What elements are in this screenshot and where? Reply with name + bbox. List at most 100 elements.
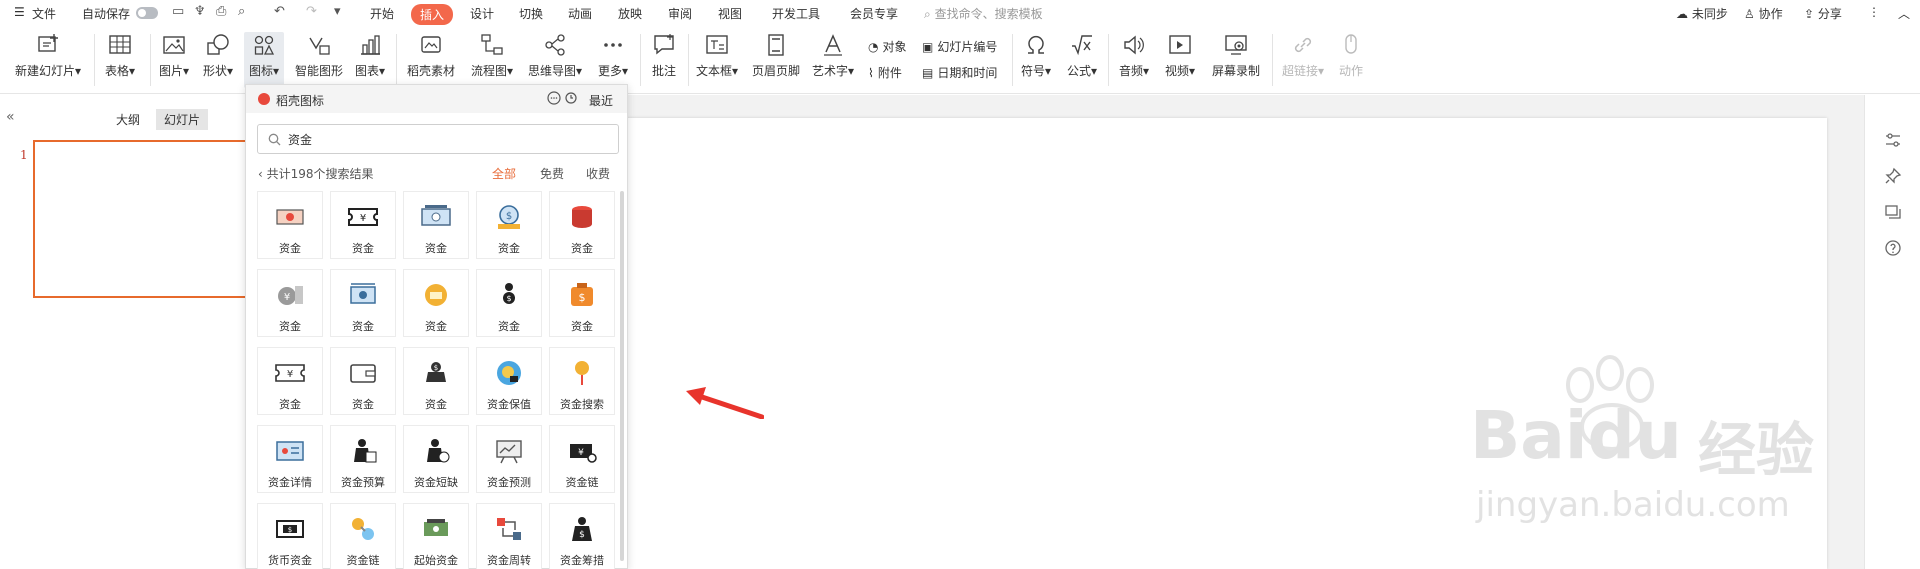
tab-insert[interactable]: 插入 bbox=[411, 4, 454, 25]
filter-free[interactable]: 免费 bbox=[540, 165, 564, 182]
tab-developer[interactable]: 开发工具 bbox=[766, 4, 826, 23]
tab-slideshow[interactable]: 放映 bbox=[612, 4, 648, 23]
icon-result-tile[interactable]: 资金预算 bbox=[330, 425, 396, 493]
icon-result-label: 资金预测 bbox=[487, 476, 531, 489]
redo-icon[interactable]: ↷ bbox=[306, 5, 317, 19]
slides-panel-icon[interactable] bbox=[1884, 203, 1902, 221]
icon-button[interactable]: 图标▾ bbox=[244, 32, 284, 88]
customize-quickbar-icon[interactable]: ▾ bbox=[334, 5, 341, 19]
command-search[interactable]: ⌕ 查找命令、搜索模板 bbox=[924, 5, 1043, 22]
tab-home[interactable]: 开始 bbox=[364, 4, 400, 23]
icon-result-tile[interactable]: $ 资金 bbox=[476, 269, 542, 337]
sync-status[interactable]: ☁ 未同步 bbox=[1676, 5, 1728, 22]
icon-result-tile[interactable]: 资金周转 bbox=[476, 503, 542, 569]
icon-result-tile[interactable]: 资金详情 bbox=[257, 425, 323, 493]
divider bbox=[640, 34, 641, 86]
tab-slides[interactable]: 幻灯片 bbox=[156, 109, 209, 130]
icon-result-tile[interactable]: $ 货币资金 bbox=[257, 503, 323, 569]
mindmap-button[interactable]: 思维导图▾ bbox=[526, 32, 584, 79]
hyperlink-button[interactable]: 超链接▾ bbox=[1280, 32, 1326, 79]
icon-result-tile[interactable]: 起始资金 bbox=[403, 503, 469, 569]
icon-result-tile[interactable]: 资金短缺 bbox=[403, 425, 469, 493]
icon-result-tile[interactable]: ¥ 资金 bbox=[257, 269, 323, 337]
smart-art-button[interactable]: 智能图形 bbox=[294, 32, 344, 79]
formula-label: 公式 bbox=[1066, 64, 1091, 78]
icon-result-tile[interactable]: 资金保值 bbox=[476, 347, 542, 415]
icon-result-tile[interactable]: 资金 bbox=[549, 191, 615, 259]
date-time-button[interactable]: ▤ 日期和时间 bbox=[922, 64, 997, 81]
more-options-icon[interactable]: ⋮ bbox=[1868, 5, 1880, 19]
chart-button[interactable]: 图表▾ bbox=[352, 32, 388, 79]
icon-result-tile[interactable]: 资金搜索 bbox=[549, 347, 615, 415]
tab-design[interactable]: 设计 bbox=[464, 4, 500, 23]
undo-icon[interactable]: ↶ bbox=[274, 5, 285, 19]
icon-search-input[interactable] bbox=[288, 131, 608, 147]
icon-result-tile[interactable]: 资金预测 bbox=[476, 425, 542, 493]
collapse-panel-icon[interactable]: « bbox=[6, 109, 15, 125]
feedback-icon[interactable] bbox=[547, 91, 561, 105]
tab-view[interactable]: 视图 bbox=[712, 4, 748, 23]
divider bbox=[150, 34, 151, 86]
collapse-ribbon-icon[interactable]: ︿ bbox=[1898, 5, 1910, 22]
flowchart-button[interactable]: 流程图▾ bbox=[468, 32, 516, 79]
symbol-button[interactable]: 符号▾ bbox=[1018, 32, 1054, 79]
recent-button[interactable]: 最近 bbox=[589, 92, 613, 109]
share-button[interactable]: ⇪ 分享 bbox=[1804, 5, 1842, 22]
print-preview-icon[interactable]: ⌕ bbox=[238, 5, 245, 19]
icon-result-tile[interactable]: ¥ 资金链 bbox=[549, 425, 615, 493]
header-footer-button[interactable]: 页眉页脚 bbox=[750, 32, 802, 79]
table-button[interactable]: 表格▾ bbox=[100, 32, 140, 79]
tab-animation[interactable]: 动画 bbox=[562, 4, 598, 23]
hamburger-icon[interactable]: ☰ bbox=[14, 5, 25, 19]
textbox-button[interactable]: 文本框▾ bbox=[694, 32, 740, 79]
back-result-count[interactable]: ‹ 共计198个搜索结果 bbox=[258, 165, 374, 182]
icon-result-tile[interactable]: 资金 bbox=[330, 269, 396, 337]
icon-result-tile[interactable]: $ 资金 bbox=[476, 191, 542, 259]
formula-button[interactable]: 公式▾ bbox=[1064, 32, 1100, 79]
icon-search-box[interactable] bbox=[257, 124, 619, 154]
file-menu[interactable]: 文件 bbox=[32, 5, 56, 22]
popup-scrollbar[interactable] bbox=[620, 191, 624, 561]
comment-button[interactable]: 批注 bbox=[648, 32, 680, 79]
autosave-toggle[interactable] bbox=[136, 7, 158, 19]
help-icon[interactable] bbox=[1884, 239, 1902, 257]
tab-transition[interactable]: 切换 bbox=[513, 4, 549, 23]
shape-button[interactable]: 形状▾ bbox=[198, 32, 238, 79]
icon-result-tile[interactable]: 资金 bbox=[257, 191, 323, 259]
format-painter-icon[interactable]: ♆ bbox=[194, 5, 206, 19]
collab-button[interactable]: ♙ 协作 bbox=[1744, 5, 1783, 22]
chart-label: 图表 bbox=[354, 64, 379, 78]
save-icon[interactable]: ▭ bbox=[172, 5, 184, 19]
icon-result-tile[interactable]: 资金 bbox=[403, 191, 469, 259]
tab-outline[interactable]: 大纲 bbox=[108, 109, 148, 130]
picture-label: 图片 bbox=[158, 64, 183, 78]
action-button[interactable]: 动作 bbox=[1336, 32, 1366, 79]
material-button[interactable]: 稻壳素材 bbox=[404, 32, 458, 79]
icon-result-tile[interactable]: 资金 bbox=[330, 347, 396, 415]
tab-member[interactable]: 会员专享 bbox=[844, 4, 904, 23]
settings-sliders-icon[interactable] bbox=[1884, 131, 1902, 149]
filter-all[interactable]: 全部 bbox=[492, 165, 516, 182]
icon-result-tile[interactable]: 资金链 bbox=[330, 503, 396, 569]
pin-icon[interactable] bbox=[1884, 167, 1902, 185]
icon-result-tile[interactable]: $ 资金 bbox=[549, 269, 615, 337]
audio-button[interactable]: 音频▾ bbox=[1116, 32, 1152, 79]
wordart-button[interactable]: 艺术字▾ bbox=[810, 32, 856, 79]
video-button[interactable]: 视频▾ bbox=[1162, 32, 1198, 79]
attachment-button[interactable]: ⌇ 附件 bbox=[868, 64, 902, 81]
new-slide-button[interactable]: 新建幻灯片▾ bbox=[12, 32, 84, 79]
picture-button[interactable]: 图片▾ bbox=[156, 32, 192, 79]
icon-result-tile[interactable]: 资金 bbox=[403, 269, 469, 337]
screen-record-button[interactable]: 屏幕录制 bbox=[1210, 32, 1262, 79]
tab-review[interactable]: 审阅 bbox=[662, 4, 698, 23]
icon-result-tile[interactable]: ¥ 资金 bbox=[257, 347, 323, 415]
slide-thumbnail[interactable] bbox=[33, 140, 248, 298]
icon-result-tile[interactable]: $ 资金 bbox=[403, 347, 469, 415]
filter-paid[interactable]: 收费 bbox=[586, 165, 610, 182]
slide-number-button[interactable]: ▣ 幻灯片编号 bbox=[922, 38, 997, 55]
icon-result-tile[interactable]: $ 资金筹措 bbox=[549, 503, 615, 569]
print-icon[interactable]: ⎙ bbox=[216, 5, 226, 19]
more-button[interactable]: 更多▾ bbox=[594, 32, 632, 79]
object-button[interactable]: ◔ 对象 bbox=[868, 38, 907, 55]
icon-result-tile[interactable]: ¥ 资金 bbox=[330, 191, 396, 259]
